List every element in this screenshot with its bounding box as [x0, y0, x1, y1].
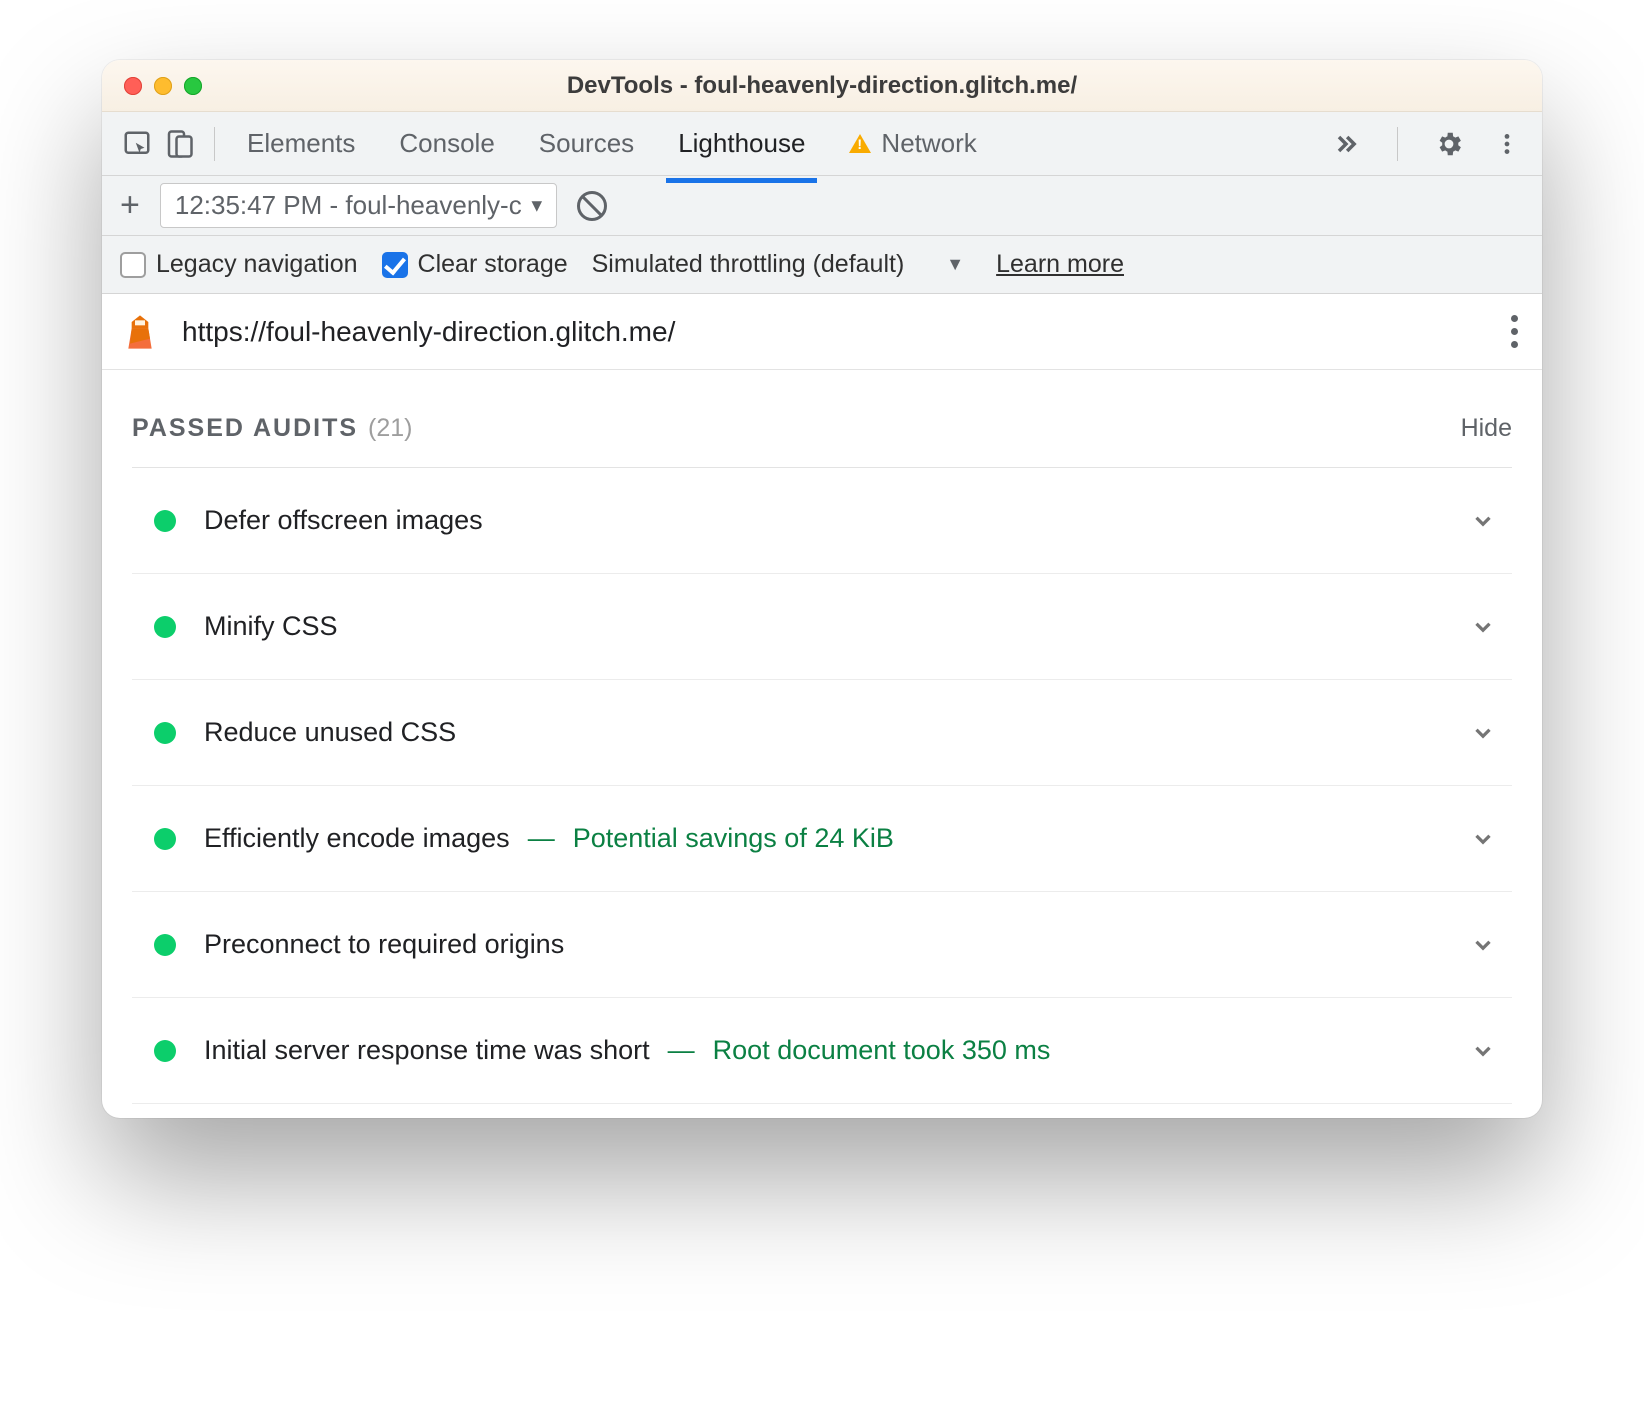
throttling-dropdown-icon[interactable]: ▼	[946, 254, 964, 275]
more-menu-icon[interactable]	[1486, 123, 1528, 165]
warning-icon	[849, 134, 871, 153]
audit-detail: Root document took 350 ms	[713, 1035, 1051, 1066]
report-content: PASSED AUDITS (21) Hide Defer offscreen …	[102, 370, 1542, 1118]
legacy-navigation-checkbox[interactable]: Legacy navigation	[120, 250, 358, 279]
audit-title: Minify CSS	[204, 611, 338, 642]
main-tabbar: Elements Console Sources Lighthouse Netw…	[102, 112, 1542, 176]
tab-lighthouse[interactable]: Lighthouse	[674, 116, 809, 171]
chevron-down-icon	[1470, 826, 1506, 852]
separator	[1397, 127, 1398, 161]
audit-row[interactable]: Minify CSS	[132, 574, 1512, 680]
chevron-down-icon	[1470, 1038, 1506, 1064]
checkbox-checked-icon	[382, 252, 408, 278]
audit-title: Reduce unused CSS	[204, 717, 456, 748]
audit-row[interactable]: Defer offscreen images	[132, 468, 1512, 574]
audit-title-text: Preconnect to required origins	[204, 929, 564, 960]
audit-title-text: Efficiently encode images	[204, 823, 510, 854]
report-selector-dropdown[interactable]: 12:35:47 PM - foul-heavenly-c	[160, 183, 557, 228]
lighthouse-options-bar: Legacy navigation Clear storage Simulate…	[102, 236, 1542, 294]
audit-title-text: Defer offscreen images	[204, 505, 483, 536]
audit-detail: Potential savings of 24 KiB	[573, 823, 894, 854]
device-toggle-icon[interactable]	[158, 123, 200, 165]
chevron-down-icon	[1470, 508, 1506, 534]
audit-title: Initial server response time was short — R…	[204, 1035, 1050, 1066]
audit-row[interactable]: Reduce unused CSS	[132, 680, 1512, 786]
maximize-window-button[interactable]	[184, 77, 202, 95]
audit-title: Efficiently encode images — Potential savi…	[204, 823, 894, 854]
passed-audits-header[interactable]: PASSED AUDITS (21) Hide	[132, 414, 1512, 468]
checkbox-unchecked-icon	[120, 252, 146, 278]
tab-network[interactable]: Network	[845, 116, 980, 171]
dash-separator: —	[668, 1035, 695, 1066]
audit-title-text: Initial server response time was short	[204, 1035, 650, 1066]
audit-title: Defer offscreen images	[204, 505, 483, 536]
audit-row[interactable]: Initial server response time was short — R…	[132, 998, 1512, 1104]
report-url: https://foul-heavenly-direction.glitch.m…	[182, 316, 675, 348]
settings-gear-icon[interactable]	[1428, 123, 1470, 165]
minimize-window-button[interactable]	[154, 77, 172, 95]
tab-elements[interactable]: Elements	[243, 116, 359, 171]
inspect-element-icon[interactable]	[116, 123, 158, 165]
lighthouse-toolbar: + 12:35:47 PM - foul-heavenly-c	[102, 176, 1542, 236]
section-count: (21)	[368, 414, 412, 443]
devtools-window: DevTools - foul-heavenly-direction.glitc…	[102, 60, 1542, 1118]
hide-button[interactable]: Hide	[1461, 414, 1512, 443]
separator	[214, 127, 215, 161]
report-url-row: https://foul-heavenly-direction.glitch.m…	[102, 294, 1542, 370]
pass-status-icon	[154, 1040, 176, 1062]
titlebar: DevTools - foul-heavenly-direction.glitc…	[102, 60, 1542, 112]
tab-console[interactable]: Console	[395, 116, 498, 171]
overflow-tabs-icon[interactable]	[1325, 123, 1367, 165]
audit-title: Preconnect to required origins	[204, 929, 564, 960]
tab-sources[interactable]: Sources	[535, 116, 638, 171]
dash-separator: —	[528, 823, 555, 854]
window-title: DevTools - foul-heavenly-direction.glitc…	[102, 72, 1542, 100]
clear-storage-label: Clear storage	[418, 250, 568, 279]
clear-storage-checkbox[interactable]: Clear storage	[382, 250, 568, 279]
report-menu-icon[interactable]	[1505, 309, 1524, 354]
pass-status-icon	[154, 722, 176, 744]
audits-list: Defer offscreen images Minify CSS Reduce u…	[132, 468, 1512, 1104]
audit-title-text: Minify CSS	[204, 611, 338, 642]
pass-status-icon	[154, 616, 176, 638]
audit-row[interactable]: Preconnect to required origins	[132, 892, 1512, 998]
chevron-down-icon	[1470, 720, 1506, 746]
clear-report-icon[interactable]	[577, 191, 607, 221]
tab-network-label: Network	[881, 128, 976, 159]
audit-row[interactable]: Efficiently encode images — Potential savi…	[132, 786, 1512, 892]
pass-status-icon	[154, 828, 176, 850]
close-window-button[interactable]	[124, 77, 142, 95]
section-title: PASSED AUDITS	[132, 414, 358, 443]
window-controls	[124, 77, 202, 95]
new-report-button[interactable]: +	[120, 186, 140, 225]
throttling-label: Simulated throttling (default)	[592, 250, 905, 279]
chevron-down-icon	[1470, 932, 1506, 958]
pass-status-icon	[154, 510, 176, 532]
audit-title-text: Reduce unused CSS	[204, 717, 456, 748]
learn-more-link[interactable]: Learn more	[996, 250, 1124, 279]
pass-status-icon	[154, 934, 176, 956]
legacy-nav-label: Legacy navigation	[156, 250, 358, 279]
lighthouse-icon	[120, 312, 160, 352]
chevron-down-icon	[1470, 614, 1506, 640]
